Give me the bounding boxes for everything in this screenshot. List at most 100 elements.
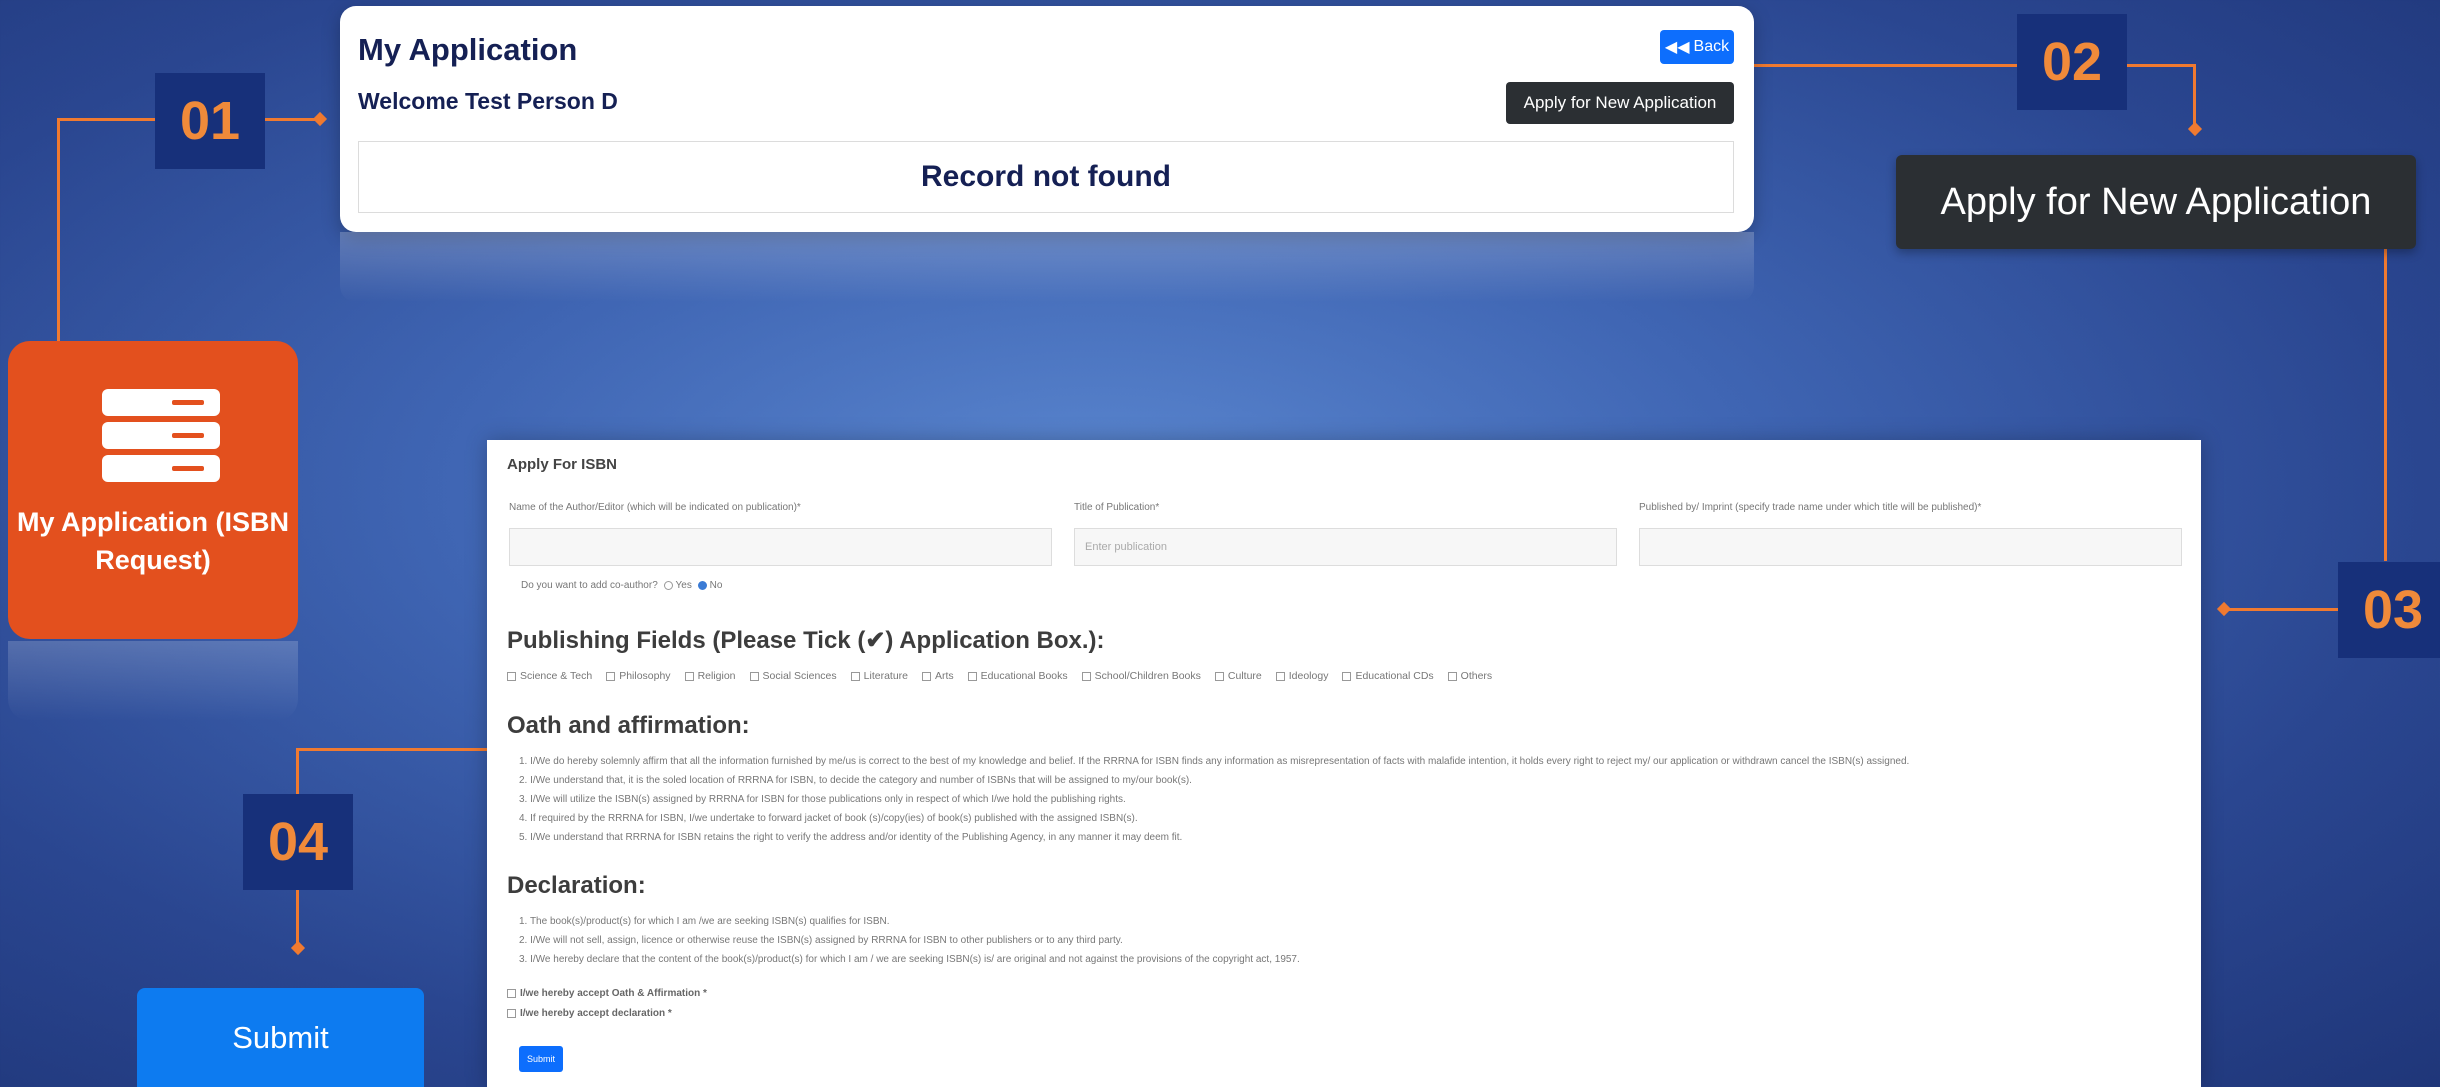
field-label: Social Sciences — [762, 670, 837, 682]
checkbox-icon — [606, 671, 616, 681]
declaration-item: 3. I/We hereby declare that the content … — [519, 954, 1300, 965]
title-field-label: Title of Publication* — [1074, 502, 1160, 513]
apply-new-application-button[interactable]: Apply for New Application — [1506, 82, 1734, 124]
coauthor-question-text: Do you want to add co-author? — [521, 580, 658, 591]
field-checkbox[interactable]: Religion — [684, 670, 736, 682]
page-title: My Application — [358, 32, 578, 67]
connector-02-down — [2193, 64, 2196, 126]
orange-callout-reflection — [8, 641, 298, 721]
my-application-card: My Application Welcome Test Person D ◀◀ … — [340, 6, 1754, 232]
apply-new-application-callout[interactable]: Apply for New Application — [1896, 155, 2416, 249]
my-application-callout[interactable]: My Application (ISBN Request) — [8, 341, 298, 639]
checkbox-icon — [507, 671, 516, 681]
field-label: Literature — [863, 670, 908, 682]
connector-03-horizontal — [2224, 608, 2338, 611]
oath-heading: Oath and affirmation: — [507, 712, 750, 739]
checkbox-icon — [1214, 671, 1224, 681]
connector-02-right — [2126, 64, 2195, 67]
field-checkbox[interactable]: Literature — [850, 670, 908, 682]
field-checkbox[interactable]: Social Sciences — [749, 670, 837, 682]
field-label: Educational Books — [980, 670, 1068, 682]
checkbox-icon — [749, 671, 759, 681]
connector-02-left — [1754, 64, 2018, 67]
coauthor-no-label: No — [709, 580, 723, 591]
accept-declaration-checkbox[interactable]: I/we hereby accept declaration * — [507, 1008, 672, 1019]
declaration-item: 2. I/We will not sell, assign, licence o… — [519, 935, 1123, 946]
connector-04-vertical-top — [296, 748, 299, 794]
publication-title-input[interactable]: Enter publication — [1074, 528, 1617, 566]
field-label: School/Children Books — [1094, 670, 1201, 682]
author-field-label: Name of the Author/Editor (which will be… — [509, 502, 801, 513]
back-button-label: Back — [1693, 38, 1730, 55]
field-checkbox[interactable]: Arts — [922, 670, 954, 682]
coauthor-no-radio[interactable] — [697, 580, 707, 590]
connector-01-left — [57, 118, 155, 121]
author-name-input[interactable] — [509, 528, 1052, 566]
oath-item: 5. I/We understand that RRRNA for ISBN r… — [519, 832, 1183, 843]
field-label: Educational CDs — [1355, 670, 1434, 682]
accept-oath-label: I/we hereby accept Oath & Affirmation * — [520, 988, 707, 999]
coauthor-question: Do you want to add co-author? Yes No — [521, 580, 722, 591]
declaration-item: 1. The book(s)/product(s) for which I am… — [519, 916, 890, 927]
connector-04-vertical-bottom — [296, 890, 299, 947]
apply-isbn-form: Apply For ISBN Name of the Author/Editor… — [487, 440, 2201, 1087]
oath-list: 1. I/We do hereby solemnly affirm that a… — [519, 752, 2179, 847]
checkbox-icon — [1342, 671, 1352, 681]
record-not-found-message: Record not found — [358, 141, 1734, 213]
connector-01-vertical — [57, 118, 60, 343]
step-04-badge: 04 — [243, 794, 353, 890]
checkbox-icon — [1081, 671, 1091, 681]
connector-02-dot — [2187, 121, 2203, 137]
checkbox-icon — [967, 671, 977, 681]
field-checkbox[interactable]: Others — [1447, 670, 1493, 682]
field-checkbox[interactable]: School/Children Books — [1081, 670, 1201, 682]
step-03-badge: 03 — [2338, 562, 2440, 658]
checkbox-icon — [507, 1008, 516, 1018]
step-01-badge: 01 — [155, 73, 265, 169]
field-checkbox[interactable]: Culture — [1214, 670, 1262, 682]
connector-04-top — [296, 748, 487, 751]
declaration-list: 1. The book(s)/product(s) for which I am… — [519, 912, 2179, 969]
publisher-input[interactable] — [1639, 528, 2182, 566]
declaration-heading: Declaration: — [507, 872, 646, 899]
checkbox-icon — [1447, 671, 1457, 681]
connector-01-dot — [312, 111, 328, 127]
oath-item: 1. I/We do hereby solemnly affirm that a… — [519, 756, 1910, 767]
form-submit-button[interactable]: Submit — [519, 1046, 563, 1072]
field-label: Culture — [1227, 670, 1262, 682]
checkbox-icon — [507, 988, 516, 998]
field-checkbox[interactable]: Science & Tech — [507, 670, 592, 682]
oath-item: 3. I/We will utilize the ISBN(s) assigne… — [519, 794, 1126, 805]
field-checkbox[interactable]: Ideology — [1275, 670, 1328, 682]
checkbox-icon — [922, 671, 931, 681]
submit-callout-button[interactable]: Submit — [137, 988, 424, 1087]
field-label: Science & Tech — [520, 670, 593, 682]
field-label: Others — [1460, 670, 1493, 682]
accept-oath-checkbox[interactable]: I/we hereby accept Oath & Affirmation * — [507, 988, 707, 999]
double-chevron-left-icon: ◀◀ — [1664, 39, 1690, 56]
server-list-icon — [102, 389, 220, 483]
checkbox-icon — [850, 671, 860, 681]
connector-04-dot — [290, 940, 306, 956]
oath-item: 2. I/We understand that, it is the soled… — [519, 775, 1192, 786]
field-checkbox[interactable]: Philosophy — [606, 670, 671, 682]
coauthor-yes-radio[interactable] — [663, 580, 673, 590]
oath-item: 4. If required by the RRRNA for ISBN, I/… — [519, 813, 1138, 824]
connector-03-dot — [2216, 601, 2232, 617]
field-checkbox[interactable]: Educational Books — [967, 670, 1068, 682]
publisher-field-label: Published by/ Imprint (specify trade nam… — [1639, 502, 1982, 513]
field-checkbox[interactable]: Educational CDs — [1342, 670, 1434, 682]
publishing-fields-heading: Publishing Fields (Please Tick (✔) Appli… — [507, 627, 1105, 654]
card-reflection — [340, 232, 1754, 302]
step-02-badge: 02 — [2017, 14, 2127, 110]
coauthor-yes-label: Yes — [675, 580, 692, 591]
checkbox-icon — [1275, 671, 1285, 681]
field-label: Arts — [935, 670, 954, 682]
connector-03-vertical — [2384, 249, 2387, 561]
publishing-fields-checkboxes: Science & Tech Philosophy Religion Socia… — [507, 670, 1607, 682]
my-application-callout-label: My Application (ISBN Request) — [16, 507, 289, 575]
back-button[interactable]: ◀◀ Back — [1660, 30, 1734, 64]
welcome-text: Welcome Test Person D — [358, 88, 618, 114]
accept-declaration-label: I/we hereby accept declaration * — [520, 1008, 672, 1019]
checkbox-icon — [684, 671, 694, 681]
